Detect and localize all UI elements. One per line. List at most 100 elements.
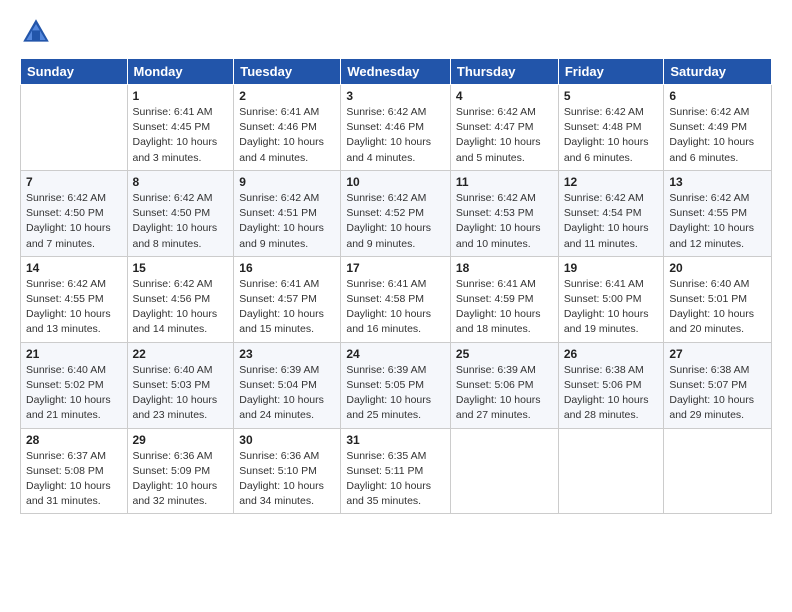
day-info: Sunrise: 6:41 AM Sunset: 4:58 PM Dayligh… [346,277,445,338]
calendar-cell: 4 Sunrise: 6:42 AM Sunset: 4:47 PM Daylig… [450,85,558,171]
calendar-week-row: 1Sunrise: 6:41 AM Sunset: 4:45 PM Daylig… [21,85,772,171]
day-info: Sunrise: 6:41 AM Sunset: 4:46 PM Dayligh… [239,105,335,166]
day-number: 28 [26,433,122,447]
day-info: Sunrise: 6:42 AM Sunset: 4:52 PM Dayligh… [346,191,445,252]
calendar-cell: 12 Sunrise: 6:42 AM Sunset: 4:54 PM Dayli… [558,170,664,256]
calendar-cell: 24 Sunrise: 6:39 AM Sunset: 5:05 PM Dayli… [341,342,451,428]
calendar-cell: 17 Sunrise: 6:41 AM Sunset: 4:58 PM Dayli… [341,256,451,342]
day-number: 31 [346,433,445,447]
day-number: 4 [456,89,553,103]
calendar-cell [450,428,558,514]
calendar-day-header: Wednesday [341,59,451,85]
day-number: 6 [669,89,766,103]
day-number: 20 [669,261,766,275]
calendar-week-row: 28 Sunrise: 6:37 AM Sunset: 5:08 PM Dayli… [21,428,772,514]
day-info: Sunrise: 6:38 AM Sunset: 5:07 PM Dayligh… [669,363,766,424]
day-number: 10 [346,175,445,189]
calendar-day-header: Sunday [21,59,128,85]
day-number: 8 [133,175,229,189]
day-number: 19 [564,261,659,275]
calendar-header-row: SundayMondayTuesdayWednesdayThursdayFrid… [21,59,772,85]
day-info: Sunrise: 6:42 AM Sunset: 4:55 PM Dayligh… [26,277,122,338]
calendar-cell: 21 Sunrise: 6:40 AM Sunset: 5:02 PM Dayli… [21,342,128,428]
calendar-cell: 6Sunrise: 6:42 AM Sunset: 4:49 PM Daylig… [664,85,772,171]
day-number: 25 [456,347,553,361]
day-number: 13 [669,175,766,189]
calendar-cell: 20 Sunrise: 6:40 AM Sunset: 5:01 PM Dayli… [664,256,772,342]
day-info: Sunrise: 6:41 AM Sunset: 5:00 PM Dayligh… [564,277,659,338]
day-info: Sunrise: 6:36 AM Sunset: 5:09 PM Dayligh… [133,449,229,510]
calendar-cell: 28 Sunrise: 6:37 AM Sunset: 5:08 PM Dayli… [21,428,128,514]
calendar-week-row: 7 Sunrise: 6:42 AM Sunset: 4:50 PM Daylig… [21,170,772,256]
day-number: 7 [26,175,122,189]
day-info: Sunrise: 6:42 AM Sunset: 4:53 PM Dayligh… [456,191,553,252]
header [20,16,772,48]
day-info: Sunrise: 6:41 AM Sunset: 4:57 PM Dayligh… [239,277,335,338]
calendar-cell: 19 Sunrise: 6:41 AM Sunset: 5:00 PM Dayli… [558,256,664,342]
day-number: 16 [239,261,335,275]
page: SundayMondayTuesdayWednesdayThursdayFrid… [0,0,792,612]
day-number: 27 [669,347,766,361]
calendar-cell: 13 Sunrise: 6:42 AM Sunset: 4:55 PM Dayli… [664,170,772,256]
calendar-cell: 22Sunrise: 6:40 AM Sunset: 5:03 PM Dayli… [127,342,234,428]
calendar-cell: 29Sunrise: 6:36 AM Sunset: 5:09 PM Dayli… [127,428,234,514]
day-number: 9 [239,175,335,189]
calendar-cell: 2 Sunrise: 6:41 AM Sunset: 4:46 PM Daylig… [234,85,341,171]
calendar-cell: 7Sunrise: 6:42 AM Sunset: 4:50 PM Daylig… [21,170,128,256]
day-info: Sunrise: 6:35 AM Sunset: 5:11 PM Dayligh… [346,449,445,510]
calendar-day-header: Tuesday [234,59,341,85]
day-info: Sunrise: 6:37 AM Sunset: 5:08 PM Dayligh… [26,449,122,510]
day-info: Sunrise: 6:39 AM Sunset: 5:04 PM Dayligh… [239,363,335,424]
day-info: Sunrise: 6:42 AM Sunset: 4:51 PM Dayligh… [239,191,335,252]
calendar-day-header: Friday [558,59,664,85]
day-info: Sunrise: 6:39 AM Sunset: 5:06 PM Dayligh… [456,363,553,424]
calendar-day-header: Thursday [450,59,558,85]
day-number: 30 [239,433,335,447]
calendar-cell: 26 Sunrise: 6:38 AM Sunset: 5:06 PM Dayli… [558,342,664,428]
day-number: 24 [346,347,445,361]
day-info: Sunrise: 6:41 AM Sunset: 4:59 PM Dayligh… [456,277,553,338]
calendar-cell: 3 Sunrise: 6:42 AM Sunset: 4:46 PM Daylig… [341,85,451,171]
day-number: 5 [564,89,659,103]
day-info: Sunrise: 6:40 AM Sunset: 5:02 PM Dayligh… [26,363,122,424]
day-number: 22 [133,347,229,361]
calendar-cell: 23 Sunrise: 6:39 AM Sunset: 5:04 PM Dayli… [234,342,341,428]
day-info: Sunrise: 6:42 AM Sunset: 4:56 PM Dayligh… [133,277,229,338]
calendar-cell: 9 Sunrise: 6:42 AM Sunset: 4:51 PM Daylig… [234,170,341,256]
day-number: 12 [564,175,659,189]
day-info: Sunrise: 6:38 AM Sunset: 5:06 PM Dayligh… [564,363,659,424]
day-number: 26 [564,347,659,361]
day-number: 2 [239,89,335,103]
day-number: 1 [133,89,229,103]
day-number: 15 [133,261,229,275]
calendar-week-row: 21 Sunrise: 6:40 AM Sunset: 5:02 PM Dayli… [21,342,772,428]
calendar-cell: 16 Sunrise: 6:41 AM Sunset: 4:57 PM Dayli… [234,256,341,342]
day-number: 17 [346,261,445,275]
day-info: Sunrise: 6:40 AM Sunset: 5:01 PM Dayligh… [669,277,766,338]
calendar-day-header: Monday [127,59,234,85]
calendar-cell: 15 Sunrise: 6:42 AM Sunset: 4:56 PM Dayli… [127,256,234,342]
calendar-cell [664,428,772,514]
day-info: Sunrise: 6:36 AM Sunset: 5:10 PM Dayligh… [239,449,335,510]
calendar-cell: 31 Sunrise: 6:35 AM Sunset: 5:11 PM Dayli… [341,428,451,514]
day-number: 14 [26,261,122,275]
day-number: 23 [239,347,335,361]
day-info: Sunrise: 6:42 AM Sunset: 4:55 PM Dayligh… [669,191,766,252]
day-number: 3 [346,89,445,103]
calendar-cell: 25 Sunrise: 6:39 AM Sunset: 5:06 PM Dayli… [450,342,558,428]
day-info: Sunrise: 6:42 AM Sunset: 4:54 PM Dayligh… [564,191,659,252]
calendar-cell: 18Sunrise: 6:41 AM Sunset: 4:59 PM Dayli… [450,256,558,342]
calendar-cell [558,428,664,514]
day-number: 11 [456,175,553,189]
day-number: 21 [26,347,122,361]
calendar-week-row: 14 Sunrise: 6:42 AM Sunset: 4:55 PM Dayli… [21,256,772,342]
day-info: Sunrise: 6:39 AM Sunset: 5:05 PM Dayligh… [346,363,445,424]
logo [20,16,56,48]
calendar-cell: 11 Sunrise: 6:42 AM Sunset: 4:53 PM Dayli… [450,170,558,256]
calendar-cell: 8 Sunrise: 6:42 AM Sunset: 4:50 PM Daylig… [127,170,234,256]
day-info: Sunrise: 6:42 AM Sunset: 4:46 PM Dayligh… [346,105,445,166]
day-info: Sunrise: 6:42 AM Sunset: 4:47 PM Dayligh… [456,105,553,166]
day-info: Sunrise: 6:42 AM Sunset: 4:48 PM Dayligh… [564,105,659,166]
day-info: Sunrise: 6:42 AM Sunset: 4:50 PM Dayligh… [133,191,229,252]
calendar-cell: 27 Sunrise: 6:38 AM Sunset: 5:07 PM Dayli… [664,342,772,428]
